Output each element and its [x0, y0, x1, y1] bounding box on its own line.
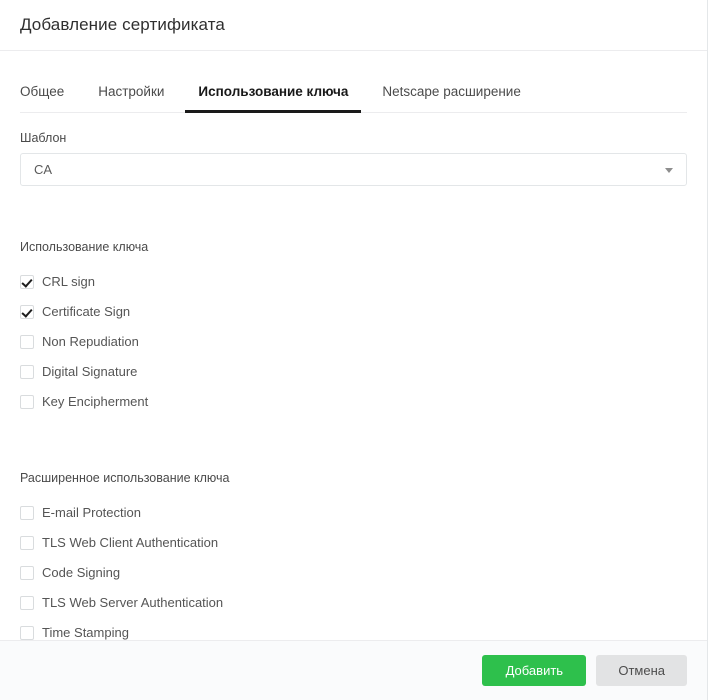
checkbox-unchecked-icon[interactable]: [20, 365, 34, 379]
checkbox-row[interactable]: Non Repudiation: [20, 327, 687, 357]
checkbox-row[interactable]: Digital Signature: [20, 357, 687, 387]
checkbox-label: TLS Web Client Authentication: [42, 535, 219, 550]
chevron-down-icon: [665, 167, 673, 173]
checkbox-row[interactable]: TLS Web Client Authentication: [20, 528, 687, 558]
key-usage-title: Использование ключа: [20, 240, 149, 254]
checkbox-unchecked-icon[interactable]: [20, 335, 34, 349]
checkbox-label: CRL sign: [42, 274, 95, 289]
template-label: Шаблон: [20, 131, 67, 145]
checkbox-row[interactable]: CRL sign: [20, 267, 687, 297]
checkbox-row[interactable]: Key Encipherment: [20, 387, 687, 417]
add-certificate-dialog: Добавление сертификата Общее Настройки Исп…: [0, 0, 708, 700]
extended-key-usage-title: Расширенное использование ключа: [20, 471, 230, 485]
checkbox-label: Digital Signature: [42, 364, 138, 379]
checkbox-label: Certificate Sign: [42, 304, 131, 319]
checkbox-unchecked-icon[interactable]: [20, 566, 34, 580]
template-select-value: CA: [34, 161, 53, 177]
key-usage-section: Использование ключа CRL sign Certificate …: [20, 186, 687, 417]
checkbox-label: Non Repudiation: [42, 334, 139, 349]
tab-3[interactable]: Использование ключа: [185, 84, 362, 113]
cancel-button[interactable]: Отмена: [596, 655, 687, 686]
checkbox-checked-icon[interactable]: [20, 305, 34, 319]
extended-key-usage-list: E-mail Protection TLS Web Client Authenti…: [20, 498, 687, 640]
checkbox-label: Code Signing: [42, 565, 121, 580]
checkbox-row[interactable]: Certificate Sign: [20, 297, 687, 327]
dialog-header: Добавление сертификата: [0, 0, 707, 51]
checkbox-unchecked-icon[interactable]: [20, 596, 34, 610]
submit-button[interactable]: Добавить: [482, 655, 587, 686]
checkbox-label: TLS Web Server Authentication: [42, 595, 224, 610]
checkbox-row[interactable]: E-mail Protection: [20, 498, 687, 528]
checkbox-label: Key Encipherment: [42, 394, 149, 409]
checkbox-unchecked-icon[interactable]: [20, 626, 34, 640]
checkbox-label: E-mail Protection: [42, 505, 141, 520]
tab-1[interactable]: Общее: [20, 84, 64, 112]
extended-key-usage-section: Расширенное использование ключа E-mail P…: [20, 417, 687, 640]
checkbox-row[interactable]: TLS Web Server Authentication: [20, 588, 687, 618]
checkbox-unchecked-icon[interactable]: [20, 506, 34, 520]
dialog-body: Общее Настройки Использование ключа Netscap…: [0, 51, 707, 640]
checkbox-label: Time Stamping: [42, 625, 129, 640]
checkbox-unchecked-icon[interactable]: [20, 536, 34, 550]
tab-2[interactable]: Настройки: [98, 84, 164, 112]
key-usage-list: CRL sign Certificate Sign Non Repudiation D…: [20, 267, 687, 417]
checkbox-row[interactable]: Time Stamping: [20, 618, 687, 640]
tab-bar: Общее Настройки Использование ключа Netscap…: [20, 51, 687, 113]
page-title: Добавление сертификата: [20, 15, 225, 34]
dialog-footer: Добавить Отмена: [0, 640, 707, 700]
checkbox-unchecked-icon[interactable]: [20, 395, 34, 409]
tab-4[interactable]: Netscape расширение: [382, 84, 520, 112]
template-select[interactable]: CA: [20, 153, 687, 186]
checkbox-checked-icon[interactable]: [20, 275, 34, 289]
template-field-block: Шаблон CA: [20, 113, 687, 186]
checkbox-row[interactable]: Code Signing: [20, 558, 687, 588]
